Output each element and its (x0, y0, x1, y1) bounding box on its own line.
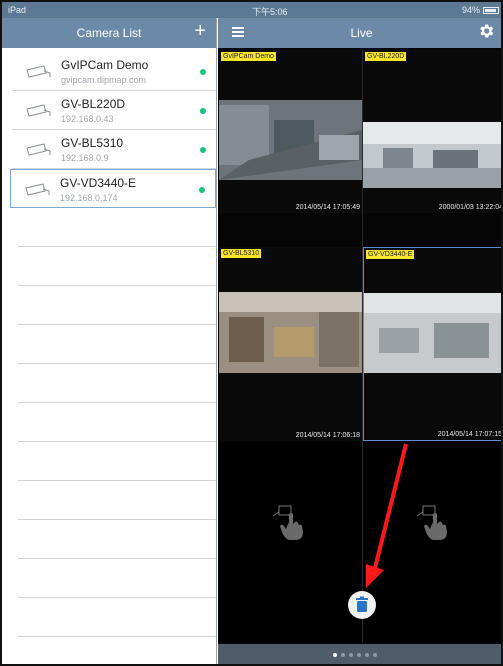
camera-address: 192.168.0.43 (61, 114, 114, 124)
live-video-tile[interactable]: GV-BL5310 2014/05/14 17:06:18 (219, 247, 362, 441)
add-camera-button[interactable]: + (194, 21, 206, 41)
camera-list-item[interactable]: GV-BL5310 192.168.0.9 (12, 130, 216, 169)
camera-label: GV-BL220D (365, 52, 407, 61)
camera-list-header: Camera List + (2, 18, 216, 48)
camera-label: GV-BL5310 (221, 249, 262, 258)
camera-address: gvipcam.dipmap.com (61, 75, 147, 85)
app-frame: iPad 下午5:06 94% Camera List + GvIPCam De… (0, 0, 503, 666)
live-title: Live (350, 26, 373, 40)
trash-icon (356, 596, 368, 612)
online-status-dot (200, 108, 206, 114)
camera-label: GvIPCam Demo (221, 52, 276, 61)
empty-row (18, 559, 216, 598)
status-time: 下午5:06 (252, 7, 288, 17)
empty-row (18, 208, 216, 247)
empty-video-slot[interactable] (219, 442, 362, 642)
empty-video-slot[interactable] (363, 442, 501, 642)
video-feed-image (219, 100, 362, 180)
camera-address: 192.168.0.9 (61, 153, 109, 163)
battery-icon (483, 6, 499, 14)
online-status-dot (200, 69, 206, 75)
empty-row (18, 481, 216, 520)
page-indicator[interactable] (333, 653, 377, 657)
page-control-bar (218, 644, 501, 664)
timestamp: 2014/05/14 17:06:18 (295, 432, 360, 439)
live-header: Live (218, 18, 501, 48)
camera-list-panel: Camera List + GvIPCam Demo gvipcam.dipma… (2, 18, 217, 664)
empty-row (18, 442, 216, 481)
timestamp: 2014/05/14 17:05:49 (295, 204, 360, 211)
camera-name: GvIPCam Demo (61, 58, 149, 72)
video-feed-image (219, 292, 362, 373)
timestamp: 2000/01/03 13:22:04 (438, 204, 503, 211)
battery-percent: 94% (461, 5, 480, 15)
drag-hand-icon (416, 505, 447, 540)
empty-row (18, 403, 216, 442)
live-video-tile[interactable]: GvIPCam Demo 2014/05/14 17:05:49 (219, 50, 362, 213)
grid-divider (362, 50, 363, 642)
gear-icon[interactable] (477, 22, 495, 40)
video-feed-image (364, 293, 501, 373)
device-label: iPad (8, 5, 27, 15)
timestamp: 2014/05/14 17:07:15 (437, 431, 502, 438)
camera-list-title: Camera List (76, 26, 142, 40)
empty-row (18, 325, 216, 364)
camera-icon (26, 104, 51, 117)
camera-label: GV-VD3440-E (366, 250, 415, 259)
empty-row (18, 598, 216, 637)
status-bar: iPad 下午5:06 94% (2, 2, 501, 18)
video-feed-image (363, 122, 501, 188)
battery-indicator: 94% (462, 5, 499, 15)
delete-button[interactable] (348, 591, 376, 619)
empty-row (18, 364, 216, 403)
empty-row (18, 247, 216, 286)
camera-name: GV-BL5310 (61, 136, 124, 150)
online-status-dot (200, 147, 206, 153)
camera-icon (25, 183, 50, 196)
camera-list-item[interactable]: GV-BL220D 192.168.0.43 (12, 91, 216, 130)
camera-icon (26, 65, 51, 78)
drag-hand-icon (272, 505, 303, 540)
camera-icon (26, 143, 51, 156)
camera-name: GV-BL220D (61, 97, 126, 111)
camera-address: 192.168.0.174 (60, 193, 118, 203)
camera-list-item-selected[interactable]: GV-VD3440-E 192.168.0.174 (10, 169, 216, 208)
live-view-panel: Live GvIPCam Demo 2014/05/14 17:05:49 GV… (218, 18, 503, 664)
online-status-dot (199, 187, 205, 193)
empty-row (18, 286, 216, 325)
live-video-tile-selected[interactable]: GV-VD3440-E 2014/05/14 17:07:15 (363, 247, 502, 441)
live-video-tile[interactable]: GV-BL220D 2000/01/03 13:22:04 (363, 50, 503, 213)
empty-row (18, 520, 216, 559)
camera-name: GV-VD3440-E (60, 176, 137, 190)
camera-list-item[interactable]: GvIPCam Demo gvipcam.dipmap.com (12, 52, 216, 91)
